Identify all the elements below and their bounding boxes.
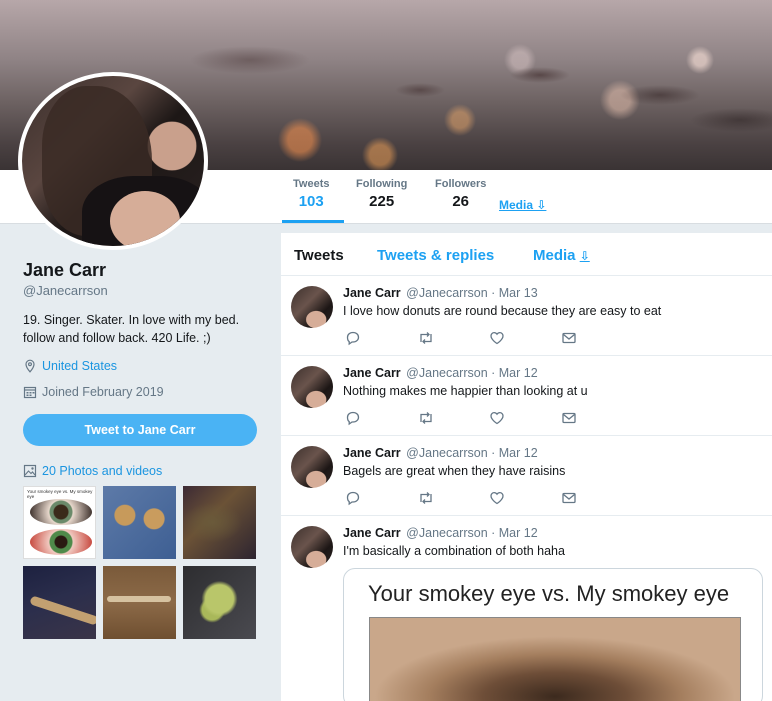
tweet-author-name[interactable]: Jane Carr [343, 446, 401, 460]
tweet-text: I'm basically a combination of both haha [343, 544, 565, 558]
tweet-handle-date[interactable]: @Janecarrson · Mar 12 [406, 446, 538, 460]
profile-sidebar: Jane Carr @Janecarrson 19. Singer. Skate… [0, 225, 280, 701]
reply-icon[interactable] [345, 330, 417, 346]
media-thumbnail[interactable] [103, 486, 176, 559]
stat-tweets[interactable]: Tweets 103 [293, 178, 329, 210]
meme-caption: Your smokey eye vs. My smokey eye [368, 581, 730, 606]
tweet-avatar[interactable] [291, 366, 333, 408]
direct-message-icon[interactable] [561, 330, 633, 346]
profile-page: Tweets 103 Following 225 Followers 26 Me… [0, 0, 772, 701]
timeline-tabs: Tweets Tweets & replies Media ⇩ [281, 233, 772, 276]
tweet-header: Jane Carr @Janecarrson · Mar 13 [343, 286, 538, 300]
stat-label: Tweets [293, 178, 330, 190]
tweet-actions [345, 410, 633, 426]
meme-eye-image [369, 617, 741, 701]
like-heart-icon[interactable] [489, 490, 561, 506]
image-icon [23, 464, 37, 478]
media-thumbnail[interactable] [183, 486, 256, 559]
tweet-header: Jane Carr @Janecarrson · Mar 12 [343, 366, 538, 380]
tweet-handle-date[interactable]: @Janecarrson · Mar 12 [406, 526, 538, 540]
stat-label: Followers [435, 178, 487, 190]
location-link[interactable]: United States [42, 359, 117, 373]
retweet-icon[interactable] [417, 330, 489, 346]
profile-name[interactable]: Jane Carr [23, 260, 106, 281]
media-thumbnail[interactable] [183, 566, 256, 639]
media-link[interactable]: Media ⇩ [499, 198, 546, 212]
tweet-handle-date[interactable]: @Janecarrson · Mar 13 [406, 286, 538, 300]
profile-joined: Joined February 2019 [23, 385, 164, 399]
profile-location: United States [23, 359, 117, 373]
tweet[interactable]: Jane Carr @Janecarrson · Mar 12 I'm basi… [281, 516, 772, 701]
tweet-actions [345, 330, 633, 346]
download-arrow-icon: ⇩ [579, 249, 590, 263]
tweet-text: Nothing makes me happier than looking at… [343, 384, 588, 398]
profile-handle[interactable]: @Janecarrson [23, 283, 108, 298]
direct-message-icon[interactable] [561, 410, 633, 426]
active-stat-underline [282, 220, 344, 223]
tab-media[interactable]: Media ⇩ [533, 247, 590, 264]
media-thumbnail[interactable] [23, 566, 96, 639]
tweet-text: Bagels are great when they have raisins [343, 464, 566, 478]
tweet-to-button[interactable]: Tweet to Jane Carr [23, 414, 257, 446]
like-heart-icon[interactable] [489, 410, 561, 426]
stat-value: 225 [369, 193, 395, 210]
joined-text: Joined February 2019 [42, 385, 164, 399]
stat-label: Following [356, 178, 408, 190]
tweet-media-image[interactable]: Your smokey eye vs. My smokey eye [343, 568, 763, 701]
calendar-icon [23, 386, 37, 399]
stat-following[interactable]: Following 225 [356, 178, 407, 210]
tweet[interactable]: Jane Carr @Janecarrson · Mar 12 Bagels a… [281, 436, 772, 516]
timeline: Tweets Tweets & replies Media ⇩ Jane Car… [281, 233, 772, 701]
tweet[interactable]: Jane Carr @Janecarrson · Mar 12 Nothing … [281, 356, 772, 436]
tweet-author-name[interactable]: Jane Carr [343, 526, 401, 540]
direct-message-icon[interactable] [561, 490, 633, 506]
retweet-icon[interactable] [417, 410, 489, 426]
thumbnail-caption: Your smokey eye vs. My smokey eye [27, 489, 93, 499]
media-thumbnail[interactable]: Your smokey eye vs. My smokey eye [23, 486, 96, 559]
retweet-icon[interactable] [417, 490, 489, 506]
photos-videos-link[interactable]: 20 Photos and videos [23, 464, 162, 478]
tweet-avatar[interactable] [291, 286, 333, 328]
profile-bio: 19. Singer. Skater. In love with my bed.… [23, 313, 240, 345]
tweet[interactable]: Jane Carr @Janecarrson · Mar 13 I love h… [281, 276, 772, 356]
tweet-header: Jane Carr @Janecarrson · Mar 12 [343, 526, 538, 540]
tab-media-label: Media [533, 247, 576, 264]
reply-icon[interactable] [345, 410, 417, 426]
photos-label: 20 Photos and videos [42, 464, 163, 478]
stat-value: 103 [298, 193, 324, 210]
tweet-actions [345, 490, 633, 506]
tab-tweets[interactable]: Tweets [294, 247, 344, 264]
avatar[interactable] [18, 72, 208, 250]
tweet-avatar[interactable] [291, 446, 333, 488]
tweet-author-name[interactable]: Jane Carr [343, 366, 401, 380]
location-pin-icon [25, 359, 35, 373]
stat-value: 26 [452, 193, 470, 210]
reply-icon[interactable] [345, 490, 417, 506]
tweet-header: Jane Carr @Janecarrson · Mar 12 [343, 446, 538, 460]
media-thumbnail[interactable] [103, 566, 176, 639]
tab-tweets-replies[interactable]: Tweets & replies [377, 247, 494, 264]
tweet-avatar[interactable] [291, 526, 333, 568]
tweet-author-name[interactable]: Jane Carr [343, 286, 401, 300]
tweet-handle-date[interactable]: @Janecarrson · Mar 12 [406, 366, 538, 380]
tweet-text: I love how donuts are round because they… [343, 304, 662, 318]
like-heart-icon[interactable] [489, 330, 561, 346]
stat-followers[interactable]: Followers 26 [435, 178, 486, 210]
